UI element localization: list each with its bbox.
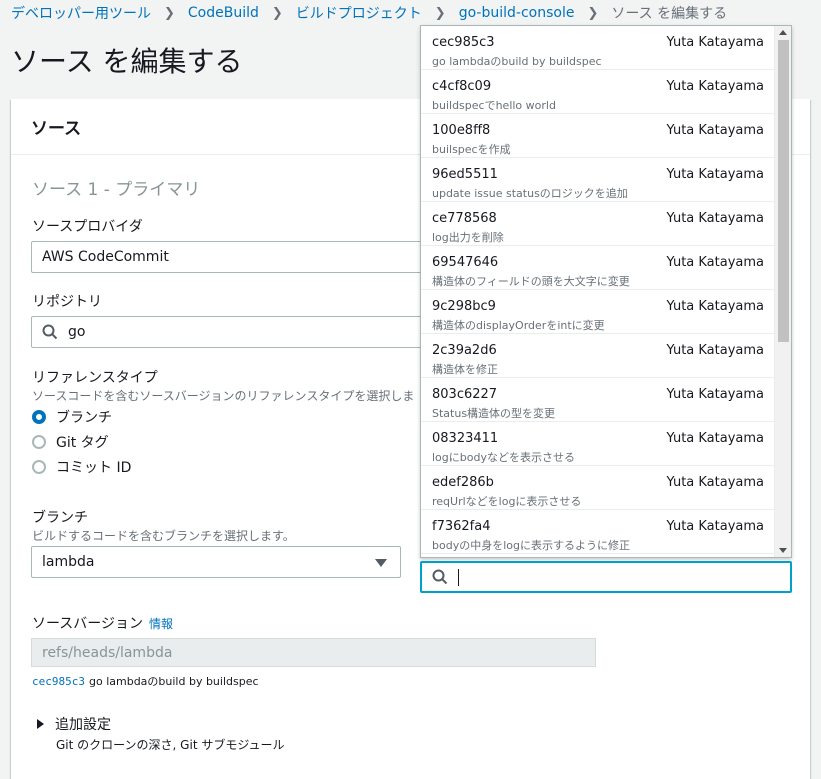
commit-option[interactable]: edef286b Yuta Katayama reqUrlなどをlogに表示させる	[421, 466, 774, 510]
commit-option[interactable]: 96ed5511 Yuta Katayama update issue status…	[421, 158, 774, 202]
commit-option-author: Yuta Katayama	[666, 123, 765, 138]
commit-option-author: Yuta Katayama	[666, 79, 765, 94]
source-provider-select[interactable]: AWS CodeCommit	[31, 241, 451, 273]
breadcrumb-link-build-projects[interactable]: ビルドプロジェクト	[296, 3, 422, 23]
commit-option[interactable]: 100e8ff8 Yuta Katayama builspecを作成	[421, 114, 774, 158]
source-version-label-text: ソースバージョン	[32, 616, 144, 632]
radio-unchecked-icon	[32, 435, 46, 449]
radio-branch[interactable]: ブランチ	[32, 407, 112, 427]
repository-label: リポジトリ	[32, 294, 102, 310]
commit-dropdown-list[interactable]: cec985c3 Yuta Katayama go lambdaのbuild by …	[420, 25, 792, 558]
commit-option-author: Yuta Katayama	[666, 519, 765, 534]
commit-option-author: Yuta Katayama	[666, 299, 765, 314]
breadcrumb-current: ソース を編集する	[611, 6, 728, 22]
commit-option[interactable]: 803c6227 Yuta Katayama Status構造体の型を変更	[421, 378, 774, 422]
commit-option[interactable]: 9c298bc9 Yuta Katayama 構造体のdisplayOrderをin…	[421, 290, 774, 334]
commit-option-author: Yuta Katayama	[666, 431, 765, 446]
commit-option[interactable]: f7362fa4 Yuta Katayama bodyの中身をlogに表示するように…	[421, 510, 774, 554]
commit-search-input[interactable]	[420, 561, 792, 593]
commit-option[interactable]: 2c39a2d6 Yuta Katayama 構造体を修正	[421, 334, 774, 378]
breadcrumb-link-devtools[interactable]: デベロッパー用ツール	[11, 3, 151, 23]
reference-type-label: リファレンスタイプ	[32, 370, 158, 386]
radio-label: コミット ID	[56, 460, 132, 476]
source-version-input: refs/heads/lambda	[31, 638, 596, 667]
branch-description: ビルドするコードを含むブランチを選択します。	[32, 529, 295, 543]
radio-label: ブランチ	[56, 410, 112, 426]
expand-triangle-icon	[37, 719, 44, 729]
commit-option-author: Yuta Katayama	[666, 255, 765, 270]
chevron-right-icon: ❯	[164, 5, 175, 21]
commit-option[interactable]: cec985c3 Yuta Katayama go lambdaのbuild by …	[421, 26, 774, 70]
repository-select[interactable]: go	[31, 316, 451, 348]
additional-settings-label: 追加設定	[55, 717, 111, 733]
chevron-right-icon: ❯	[271, 5, 283, 21]
commit-option-message: 構造体を修正	[432, 363, 498, 376]
commit-option[interactable]: 08323411 Yuta Katayama logにbodyなどを表示させる	[421, 422, 774, 466]
radio-commit-id[interactable]: コミット ID	[32, 457, 131, 477]
search-icon	[42, 324, 58, 340]
scroll-down-arrow-icon[interactable]	[779, 548, 787, 553]
commit-id-link[interactable]: cec985c3	[32, 675, 85, 688]
source-version-label: ソースバージョン 情報	[32, 613, 173, 633]
branch-select[interactable]: lambda	[31, 546, 401, 578]
breadcrumb-link-codebuild[interactable]: CodeBuild	[188, 5, 259, 21]
page-title: ソース を編集する	[11, 45, 243, 78]
commit-option-author: Yuta Katayama	[666, 387, 765, 402]
breadcrumb-link-project[interactable]: go-build-console	[459, 5, 575, 21]
commit-option-message: reqUrlなどをlogに表示させる	[432, 495, 582, 508]
commit-option-message: update issue statusのロジックを追加	[432, 187, 628, 200]
branch-label: ブランチ	[32, 510, 88, 526]
commit-option-message: 構造体のフィールドの頭を大文字に変更	[432, 275, 630, 288]
breadcrumb: デベロッパー用ツール ❯ CodeBuild ❯ ビルドプロジェクト ❯ go-…	[11, 3, 727, 23]
search-icon	[432, 569, 448, 585]
additional-settings-toggle[interactable]: 追加設定	[37, 714, 111, 734]
branch-value: lambda	[42, 554, 95, 570]
commit-option[interactable]: c4cf8c09 Yuta Katayama buildspecでhello wor…	[421, 70, 774, 114]
source-version-value: refs/heads/lambda	[42, 644, 173, 661]
commit-option-author: Yuta Katayama	[666, 167, 765, 182]
commit-option[interactable]: 69547646 Yuta Katayama 構造体のフィールドの頭を大文字に変更	[421, 246, 774, 290]
commit-option-message: buildspecでhello world	[432, 99, 556, 112]
scroll-up-arrow-icon[interactable]	[779, 30, 787, 35]
commit-option-message: 構造体のdisplayOrderをintに変更	[432, 319, 605, 332]
commit-option-author: Yuta Katayama	[666, 211, 765, 226]
radio-label: Git タグ	[56, 435, 109, 451]
commit-option-author: Yuta Katayama	[666, 343, 765, 358]
scrollbar[interactable]	[774, 26, 791, 557]
commit-message: go lambdaのbuild by buildspec	[88, 675, 259, 688]
commit-option-message: bodyの中身をlogに表示するように修正	[432, 539, 630, 552]
commit-list: cec985c3 Yuta Katayama go lambdaのbuild by …	[421, 26, 791, 554]
chevron-right-icon: ❯	[434, 5, 446, 21]
commit-option-message: builspecを作成	[432, 143, 511, 156]
radio-git-tag[interactable]: Git タグ	[32, 432, 109, 452]
text-cursor	[458, 568, 459, 586]
scrollbar-thumb[interactable]	[778, 40, 789, 342]
commit-option[interactable]: ce778568 Yuta Katayama log出力を削除	[421, 202, 774, 246]
commit-option-message: logにbodyなどを表示させる	[432, 451, 575, 464]
commit-option-author: Yuta Katayama	[666, 475, 765, 490]
commit-option-author: Yuta Katayama	[666, 35, 765, 50]
card-title: ソース	[31, 119, 82, 139]
commit-option-message: Status構造体の型を変更	[432, 407, 556, 420]
additional-settings-description: Git のクローンの深さ, Git サブモジュール	[56, 738, 285, 752]
reference-type-description: ソースコードを含むソースバージョンのリファレンスタイプを選択しま	[32, 389, 415, 403]
source-provider-value: AWS CodeCommit	[42, 249, 169, 265]
info-link[interactable]: 情報	[149, 617, 173, 631]
source-version-commit: cec985c3 go lambdaのbuild by buildspec	[32, 673, 259, 689]
source-provider-label: ソースプロバイダ	[32, 219, 143, 235]
caret-down-icon	[375, 559, 387, 567]
radio-unchecked-icon	[32, 460, 46, 474]
commit-option-message: go lambdaのbuild by buildspec	[432, 55, 602, 68]
repository-value: go	[68, 324, 86, 340]
radio-checked-icon	[32, 410, 46, 424]
chevron-right-icon: ❯	[587, 5, 599, 21]
section-title: ソース 1 - プライマリ	[32, 180, 201, 200]
commit-option-message: log出力を削除	[432, 231, 504, 244]
